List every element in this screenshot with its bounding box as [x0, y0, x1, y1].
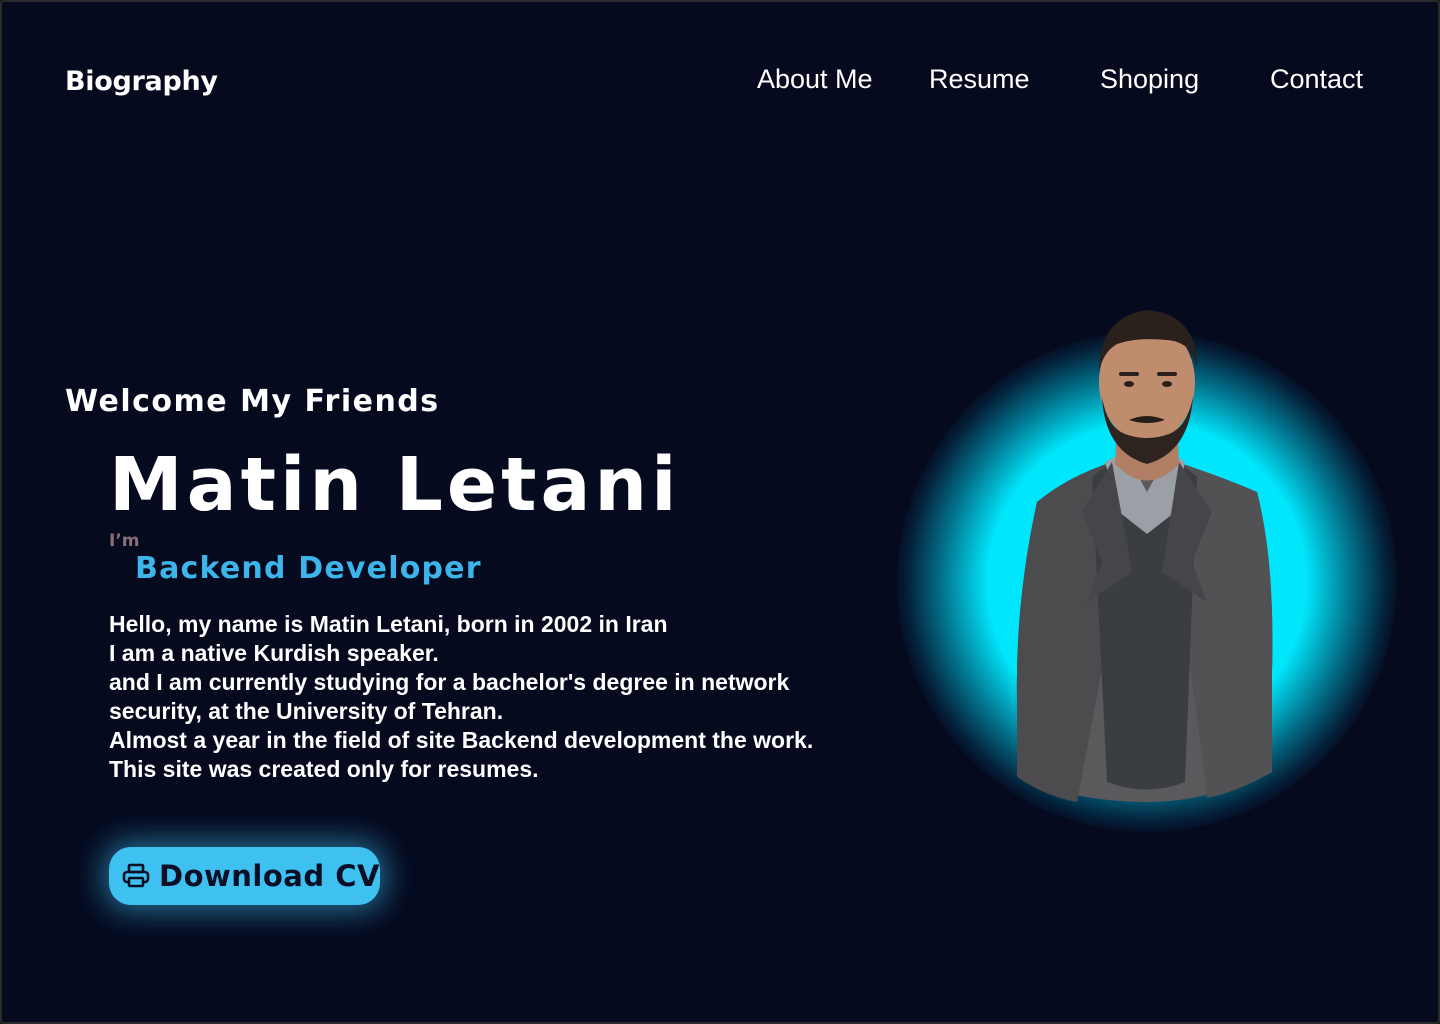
main-nav: About Me Resume Shoping Contact — [2, 64, 1438, 98]
bio-line: I am a native Kurdish speaker. — [109, 640, 439, 666]
nav-link-resume[interactable]: Resume — [929, 64, 1030, 95]
bio-line: and I am currently studying for a bachel… — [109, 669, 790, 695]
download-cv-button[interactable]: Download CV — [109, 847, 380, 905]
page: Biography About Me Resume Shoping Contac… — [0, 0, 1440, 1024]
bio-line: security, at the University of Tehran. — [109, 698, 504, 724]
bio-line: Almost a year in the field of site Backe… — [109, 727, 814, 753]
printer-icon — [121, 861, 151, 891]
nav-link-about-me[interactable]: About Me — [757, 64, 873, 95]
portrait-image — [1016, 310, 1273, 802]
bio-text: Hello, my name is Matin Letani, born in … — [109, 610, 909, 784]
welcome-heading: Welcome My Friends — [65, 384, 440, 419]
nav-link-contact[interactable]: Contact — [1270, 64, 1363, 95]
nav-link-shoping[interactable]: Shoping — [1100, 64, 1199, 95]
download-cv-label: Download CV — [159, 859, 380, 893]
im-label: I’m — [109, 531, 140, 551]
bio-line: This site was created only for resumes. — [109, 756, 539, 782]
job-title: Backend Developer — [135, 551, 482, 586]
person-name: Matin Letani — [109, 442, 681, 528]
bio-line: Hello, my name is Matin Letani, born in … — [109, 611, 668, 637]
